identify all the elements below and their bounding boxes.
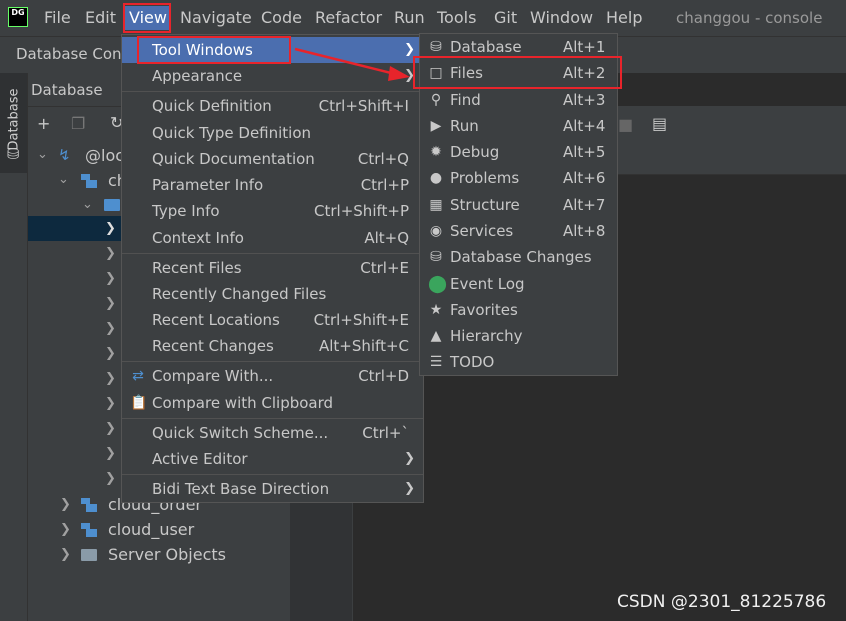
hierarchy-icon: ▲: [430, 328, 442, 344]
server-objects-icon: [81, 549, 97, 561]
tool-window-run[interactable]: ▶ Run Alt+4: [420, 113, 617, 139]
menu-item-recent-changes[interactable]: Recent Changes Alt+Shift+C: [122, 333, 423, 359]
menu-item-quick-switch-scheme[interactable]: Quick Switch Scheme... Ctrl+`: [122, 420, 423, 446]
watermark: CSDN @2301_81225786: [617, 592, 827, 612]
menu-item-quick-type-definition[interactable]: Quick Type Definition: [122, 120, 423, 146]
menu-item-type-info[interactable]: Type Info Ctrl+Shift+P: [122, 198, 423, 224]
menu-navigate[interactable]: Navigate: [180, 8, 252, 27]
menu-separator: [122, 361, 423, 362]
tool-window-debug[interactable]: ✹ Debug Alt+5: [420, 139, 617, 165]
chevron-right-icon[interactable]: ❯: [105, 346, 116, 361]
menu-run[interactable]: Run: [394, 8, 425, 27]
menu-item-context-info[interactable]: Context Info Alt+Q: [122, 225, 423, 251]
star-icon: ★: [429, 302, 443, 318]
menu-item-bidi-text-base-direction[interactable]: Bidi Text Base Direction ❯: [122, 476, 423, 502]
chevron-right-icon: ❯: [404, 481, 415, 496]
add-icon[interactable]: +: [37, 114, 50, 133]
menu-separator: [122, 91, 423, 92]
menu-git[interactable]: Git: [494, 8, 517, 27]
chevron-right-icon[interactable]: ❯: [60, 547, 71, 562]
database-console-tab[interactable]: Database Cons: [16, 45, 129, 63]
table-view-icon[interactable]: ▤: [652, 114, 667, 133]
tree-item-cloud-user[interactable]: cloud_user: [108, 520, 194, 539]
bug-icon: ✹: [430, 144, 442, 160]
todo-icon: ☰: [429, 354, 443, 370]
chevron-right-icon[interactable]: ❯: [105, 396, 116, 411]
chevron-right-icon[interactable]: ❯: [105, 246, 116, 261]
warning-icon: ●: [429, 170, 443, 186]
window-title: changgou - console: [676, 9, 823, 27]
chevron-right-icon[interactable]: ❯: [105, 296, 116, 311]
chevron-right-icon[interactable]: ❯: [105, 321, 116, 336]
menu-item-appearance[interactable]: Appearance ❯: [122, 63, 423, 89]
database-panel-title: Database: [31, 81, 103, 99]
services-icon: ◉: [429, 223, 443, 239]
menu-separator: [122, 418, 423, 419]
tool-window-services[interactable]: ◉ Services Alt+8: [420, 218, 617, 244]
chevron-down-icon[interactable]: ⌄: [58, 172, 69, 187]
play-icon: ▶: [430, 118, 442, 134]
menu-item-recent-locations[interactable]: Recent Locations Ctrl+Shift+E: [122, 307, 423, 333]
menu-refactor[interactable]: Refactor: [315, 8, 382, 27]
chevron-right-icon: ❯: [404, 451, 415, 466]
menu-separator: [122, 253, 423, 254]
copy-icon[interactable]: ❐: [71, 114, 85, 133]
event-log-icon: ⬤: [428, 274, 448, 294]
menu-file[interactable]: File: [44, 8, 71, 27]
chevron-down-icon[interactable]: ⌄: [82, 197, 93, 212]
database-changes-icon: ⛁: [430, 249, 442, 265]
menu-window[interactable]: Window: [530, 8, 593, 27]
menu-edit[interactable]: Edit: [85, 8, 116, 27]
tree-item-server-objects[interactable]: Server Objects: [108, 545, 226, 564]
chevron-right-icon[interactable]: ❯: [105, 371, 116, 386]
chevron-right-icon[interactable]: ❯: [105, 471, 116, 486]
tool-window-favorites[interactable]: ★ Favorites: [420, 297, 617, 323]
chevron-down-icon[interactable]: ⌄: [37, 147, 48, 162]
chevron-right-icon[interactable]: ❯: [105, 421, 116, 436]
chevron-right-icon[interactable]: ❯: [105, 271, 116, 286]
menu-item-active-editor[interactable]: Active Editor ❯: [122, 446, 423, 472]
annotation-view-box: [123, 3, 171, 33]
connection-label[interactable]: @loc: [85, 146, 124, 165]
tool-window-structure[interactable]: ▦ Structure Alt+7: [420, 192, 617, 218]
tool-window-database-changes[interactable]: ⛁ Database Changes: [420, 244, 617, 270]
chevron-right-icon[interactable]: ❯: [105, 446, 116, 461]
chevron-right-icon[interactable]: ❯: [60, 497, 71, 512]
compare-icon: ⇄: [132, 368, 144, 384]
chevron-right-icon[interactable]: ❯: [105, 221, 116, 236]
menu-help[interactable]: Help: [606, 8, 642, 27]
tool-window-find[interactable]: ⚲ Find Alt+3: [420, 87, 617, 113]
chevron-right-icon[interactable]: ❯: [60, 522, 71, 537]
tool-window-todo[interactable]: ☰ TODO: [420, 349, 617, 375]
menu-item-quick-documentation[interactable]: Quick Documentation Ctrl+Q: [122, 146, 423, 172]
menu-item-compare-with[interactable]: ⇄ Compare With... Ctrl+D: [122, 363, 423, 389]
structure-icon: ▦: [429, 197, 443, 213]
menu-item-parameter-info[interactable]: Parameter Info Ctrl+P: [122, 172, 423, 198]
database-icon: ⛁: [430, 39, 442, 55]
clipboard-compare-icon: 📋: [130, 395, 148, 411]
tool-window-hierarchy[interactable]: ▲ Hierarchy: [420, 323, 617, 349]
folder-icon: [104, 199, 120, 211]
tool-window-event-log[interactable]: ⬤ Event Log: [420, 271, 617, 297]
app-logo-icon: DG: [8, 7, 28, 27]
annotation-tool-windows-box: [137, 36, 291, 64]
menu-item-recent-files[interactable]: Recent Files Ctrl+E: [122, 255, 423, 281]
mysql-connection-icon: ↯: [58, 146, 71, 164]
schema-icon: [81, 498, 97, 512]
schema-icon: [81, 523, 97, 537]
annotation-files-box: [413, 56, 622, 89]
menu-item-quick-definition[interactable]: Quick Definition Ctrl+Shift+I: [122, 93, 423, 119]
database-icon: ⛁: [7, 145, 20, 163]
menu-item-recently-changed-files[interactable]: Recently Changed Files: [122, 281, 423, 307]
stop-icon[interactable]: ■: [618, 115, 633, 134]
schema-icon: [81, 174, 97, 188]
menu-code[interactable]: Code: [261, 8, 302, 27]
tool-window-problems[interactable]: ● Problems Alt+6: [420, 165, 617, 191]
menu-separator: [122, 474, 423, 475]
menu-tools[interactable]: Tools: [437, 8, 476, 27]
menu-item-compare-with-clipboard[interactable]: 📋 Compare with Clipboard: [122, 390, 423, 416]
view-menu: Tool Windows ❯ Appearance ❯ Quick Defini…: [121, 34, 424, 503]
search-icon: ⚲: [430, 92, 442, 108]
